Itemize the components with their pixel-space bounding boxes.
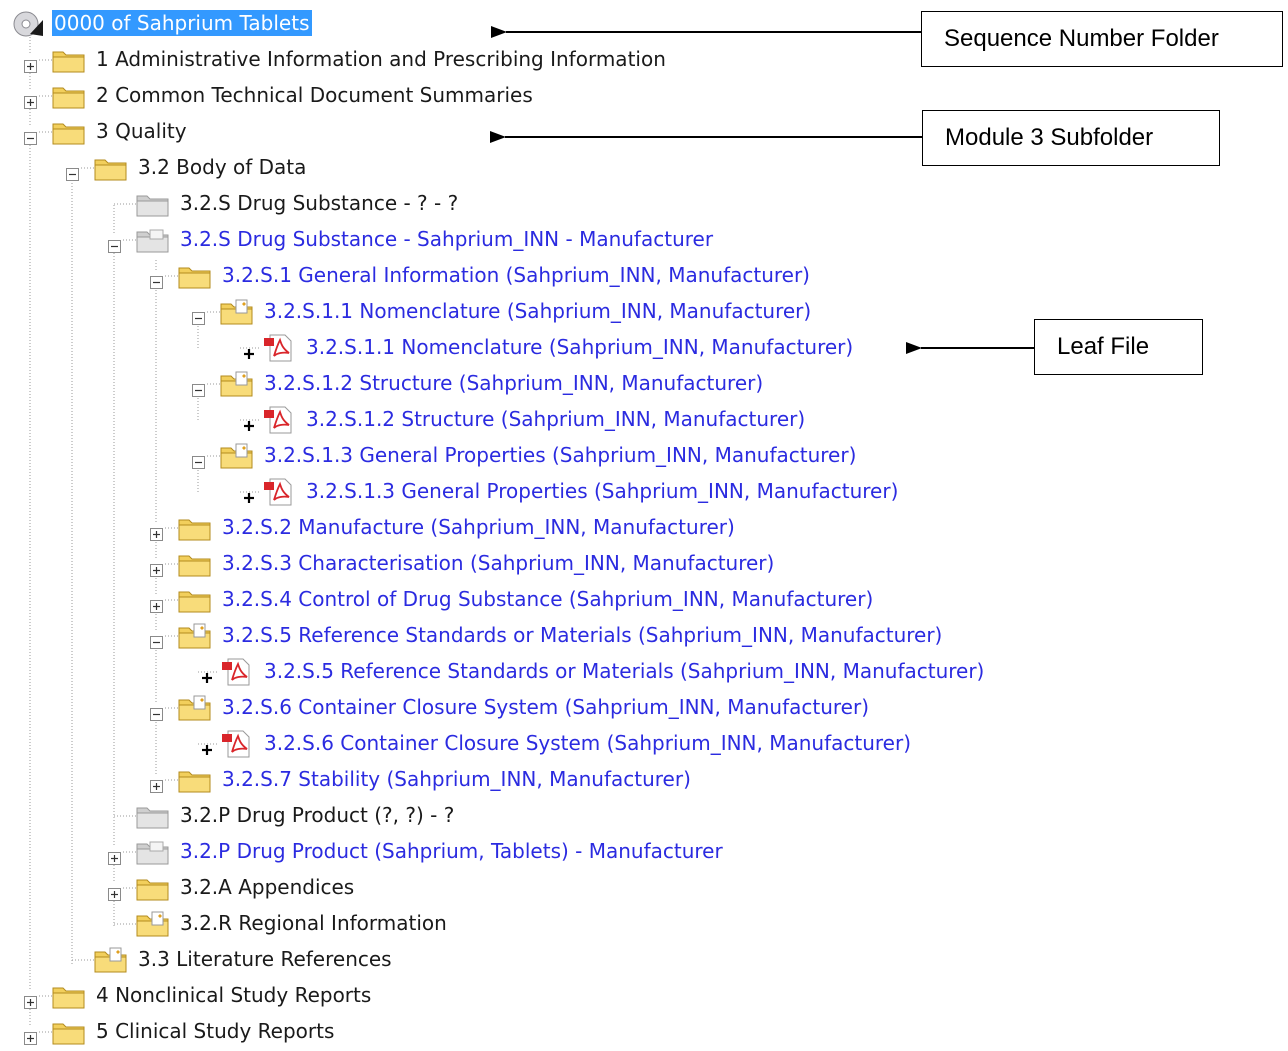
folder-icon xyxy=(178,262,212,290)
pdf-icon xyxy=(220,730,254,758)
folder-icon xyxy=(52,982,86,1010)
root-label: 0000 of Sahprium Tablets xyxy=(52,10,312,36)
folder-doc-icon xyxy=(178,694,212,722)
tree-node-label: 5 Clinical Study Reports xyxy=(96,1019,335,1043)
folder-doc-icon xyxy=(220,442,254,470)
tree-node-label: 3.2.S Drug Substance - Sahprium_INN - Ma… xyxy=(180,227,714,251)
tree-node-label: 3.2.S.1 General Information (Sahprium_IN… xyxy=(222,263,810,287)
tree-node-label: 3.2.S.1.2 Structure (Sahprium_INN, Manuf… xyxy=(264,371,764,395)
tree-node-label: 4 Nonclinical Study Reports xyxy=(96,983,372,1007)
folder-icon xyxy=(52,118,86,146)
grey-folder-icon xyxy=(136,802,170,830)
tree-node-label: 3.2.A Appendices xyxy=(180,875,355,899)
expand-toggle-icon[interactable] xyxy=(108,846,121,865)
callout-module3-text: Module 3 Subfolder xyxy=(945,124,1154,151)
folder-doc-icon xyxy=(178,622,212,650)
folder-doc-icon xyxy=(220,298,254,326)
collapse-toggle-icon[interactable] xyxy=(192,450,205,469)
callout-leaf-file: Leaf File xyxy=(1034,319,1203,375)
tree-node-label: 3.2.S.6 Container Closure System (Sahpri… xyxy=(222,695,870,719)
expand-toggle-icon[interactable] xyxy=(24,1026,37,1045)
folder-icon xyxy=(178,766,212,794)
tree-node-label: 3.2.S.1.2 Structure (Sahprium_INN, Manuf… xyxy=(306,407,806,431)
callout-sequence-number-folder: Sequence Number Folder xyxy=(921,11,1283,67)
tree-node-label: 3.2.S.6 Container Closure System (Sahpri… xyxy=(264,731,912,755)
callout-module3-subfolder: Module 3 Subfolder xyxy=(922,110,1220,166)
tree-node-label: 3.2.S.5 Reference Standards or Materials… xyxy=(222,623,943,647)
folder-icon xyxy=(52,46,86,74)
folder-icon xyxy=(52,1018,86,1046)
folder-doc-icon xyxy=(220,370,254,398)
folder-doc-icon xyxy=(94,946,128,974)
tree-node-label: 3.2.S.1.3 General Properties (Sahprium_I… xyxy=(264,443,857,467)
tree-node-label: 3.2 Body of Data xyxy=(138,155,307,179)
tree-node-label: 3.2.S.5 Reference Standards or Materials… xyxy=(264,659,985,683)
expand-toggle-icon[interactable] xyxy=(24,54,37,73)
ectd-tree-view: 0000 of Sahprium Tablets 1 Administrativ… xyxy=(0,0,1288,1048)
callout-sequence-text: Sequence Number Folder xyxy=(944,25,1219,52)
collapse-toggle-icon[interactable] xyxy=(192,306,205,325)
collapse-toggle-icon[interactable] xyxy=(66,162,79,181)
tree-node-label: 3.2.P Drug Product (Sahprium, Tablets) -… xyxy=(180,839,723,863)
expand-toggle-icon[interactable] xyxy=(150,522,163,541)
collapse-toggle-icon[interactable] xyxy=(192,378,205,397)
expand-toggle-icon[interactable] xyxy=(24,990,37,1009)
tree-node-label: 3.2.S.4 Control of Drug Substance (Sahpr… xyxy=(222,587,874,611)
tree-node-label: 3.2.R Regional Information xyxy=(180,911,447,935)
folder-icon xyxy=(178,514,212,542)
expand-toggle-icon[interactable] xyxy=(24,90,37,109)
grey-folder-icon xyxy=(136,190,170,218)
tree-node-label: 3.2.S.2 Manufacture (Sahprium_INN, Manuf… xyxy=(222,515,735,539)
collapse-toggle-icon[interactable] xyxy=(150,630,163,649)
tree-node-label: 3.2.S Drug Substance - ? - ? xyxy=(180,191,459,215)
tree-node-label: 2 Common Technical Document Summaries xyxy=(96,83,533,107)
expand-toggle-icon[interactable] xyxy=(150,774,163,793)
tree-node-label: 3.2.S.3 Characterisation (Sahprium_INN, … xyxy=(222,551,775,575)
pdf-icon xyxy=(262,334,296,362)
tree-node-label: 3.2.S.1.3 General Properties (Sahprium_I… xyxy=(306,479,899,503)
tree-node-label: 1 Administrative Information and Prescri… xyxy=(96,47,666,71)
collapse-toggle-icon[interactable] xyxy=(150,702,163,721)
pdf-icon xyxy=(262,478,296,506)
pdf-icon xyxy=(262,406,296,434)
collapse-toggle-icon[interactable] xyxy=(150,270,163,289)
pdf-icon xyxy=(220,658,254,686)
tree-node-label: 3.2.P Drug Product (?, ?) - ? xyxy=(180,803,455,827)
folder-icon xyxy=(94,154,128,182)
collapse-toggle-icon[interactable] xyxy=(24,126,37,145)
tree-node-label: 3 Quality xyxy=(96,119,187,143)
tree-node-label: 3.2.S.1.1 Nomenclature (Sahprium_INN, Ma… xyxy=(264,299,812,323)
folder-icon xyxy=(178,586,212,614)
folder-icon xyxy=(136,874,170,902)
folder-icon xyxy=(178,550,212,578)
folder-doc-icon xyxy=(136,910,170,938)
disc-icon xyxy=(12,10,44,38)
expand-toggle-icon[interactable] xyxy=(108,882,121,901)
expand-toggle-icon[interactable] xyxy=(150,558,163,577)
folder-icon xyxy=(52,82,86,110)
tree-node-label: 3.2.S.7 Stability (Sahprium_INN, Manufac… xyxy=(222,767,691,791)
expand-toggle-icon[interactable] xyxy=(150,594,163,613)
grey-folder-open-icon xyxy=(136,838,170,866)
tree-node-label: 3.3 Literature References xyxy=(138,947,392,971)
callout-leaf-text: Leaf File xyxy=(1057,333,1150,360)
tree-node-label: 3.2.S.1.1 Nomenclature (Sahprium_INN, Ma… xyxy=(306,335,854,359)
collapse-toggle-icon[interactable] xyxy=(108,234,121,253)
grey-folder-open-icon xyxy=(136,226,170,254)
